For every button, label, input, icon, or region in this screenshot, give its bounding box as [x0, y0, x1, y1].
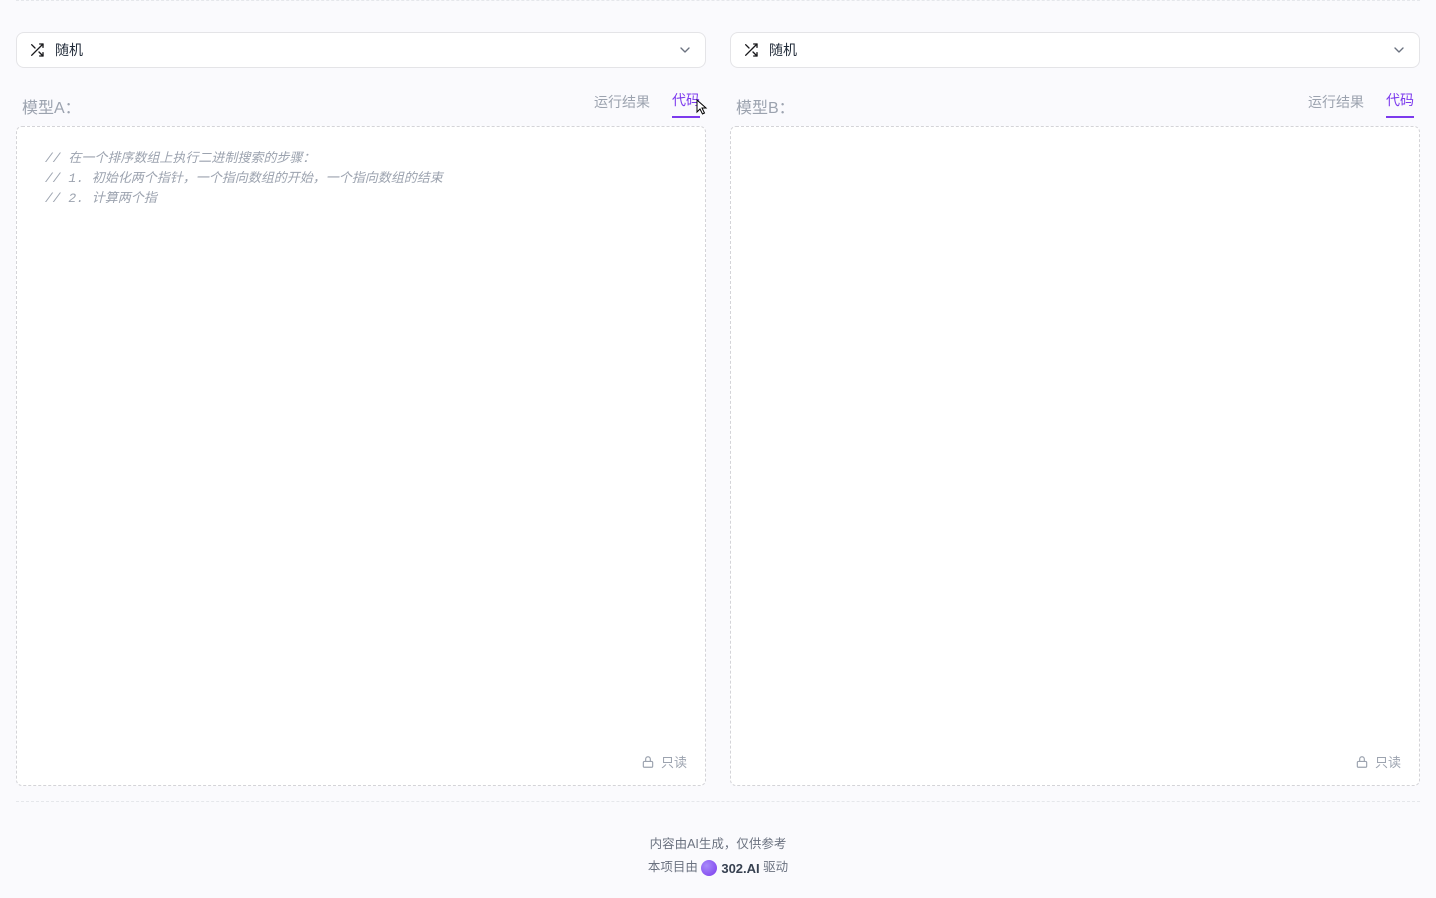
- lock-icon: [641, 755, 655, 769]
- readonly-label: 只读: [661, 752, 687, 771]
- panel-b-tabs: 运行结果 代码: [1308, 90, 1414, 118]
- brand-logo-icon: [701, 860, 717, 876]
- brand-link[interactable]: 302.AI: [701, 860, 759, 876]
- model-b-label: 模型B：: [736, 94, 795, 118]
- column-b: 随机 模型B： 运行结果 代码 只读: [730, 32, 1420, 786]
- tab-code-b[interactable]: 代码: [1386, 90, 1414, 118]
- footer-attribution: 本项目由 302.AI 驱动: [0, 856, 1436, 876]
- select-label: 随机: [769, 40, 797, 60]
- top-divider: [16, 0, 1420, 1]
- columns-wrapper: 随机 模型A： 运行结果 代码 // 在一个排序数组上执行二进制搜索的步骤： /…: [0, 0, 1436, 786]
- tab-code-a[interactable]: 代码: [672, 90, 700, 118]
- footer-prefix: 本项目由: [648, 860, 698, 874]
- footer: 内容由AI生成，仅供参考 本项目由 302.AI 驱动: [0, 833, 1436, 880]
- tab-results-b[interactable]: 运行结果: [1308, 92, 1364, 118]
- tab-results-a[interactable]: 运行结果: [594, 92, 650, 118]
- model-a-select[interactable]: 随机: [16, 32, 706, 68]
- model-b-select[interactable]: 随机: [730, 32, 1420, 68]
- chevron-down-icon: [1391, 42, 1407, 58]
- select-label: 随机: [55, 40, 83, 60]
- shuffle-icon: [743, 42, 759, 58]
- panel-b-header: 模型B： 运行结果 代码: [730, 90, 1420, 118]
- footer-suffix: 驱动: [763, 860, 788, 874]
- column-a: 随机 模型A： 运行结果 代码 // 在一个排序数组上执行二进制搜索的步骤： /…: [16, 32, 706, 786]
- footer-disclaimer: 内容由AI生成，仅供参考: [0, 833, 1436, 852]
- readonly-label: 只读: [1375, 752, 1401, 771]
- brand-name: 302.AI: [721, 861, 759, 876]
- code-panel-b: 只读: [730, 126, 1420, 786]
- bottom-divider: [16, 801, 1420, 802]
- chevron-down-icon: [677, 42, 693, 58]
- panel-a-header: 模型A： 运行结果 代码: [16, 90, 706, 118]
- readonly-badge-b: 只读: [1355, 752, 1401, 771]
- shuffle-icon: [29, 42, 45, 58]
- model-a-label: 模型A：: [22, 94, 81, 118]
- lock-icon: [1355, 755, 1369, 769]
- code-content-a: // 在一个排序数组上执行二进制搜索的步骤： // 1. 初始化两个指针，一个指…: [45, 149, 677, 209]
- code-panel-a: // 在一个排序数组上执行二进制搜索的步骤： // 1. 初始化两个指针，一个指…: [16, 126, 706, 786]
- readonly-badge-a: 只读: [641, 752, 687, 771]
- panel-a-tabs: 运行结果 代码: [594, 90, 700, 118]
